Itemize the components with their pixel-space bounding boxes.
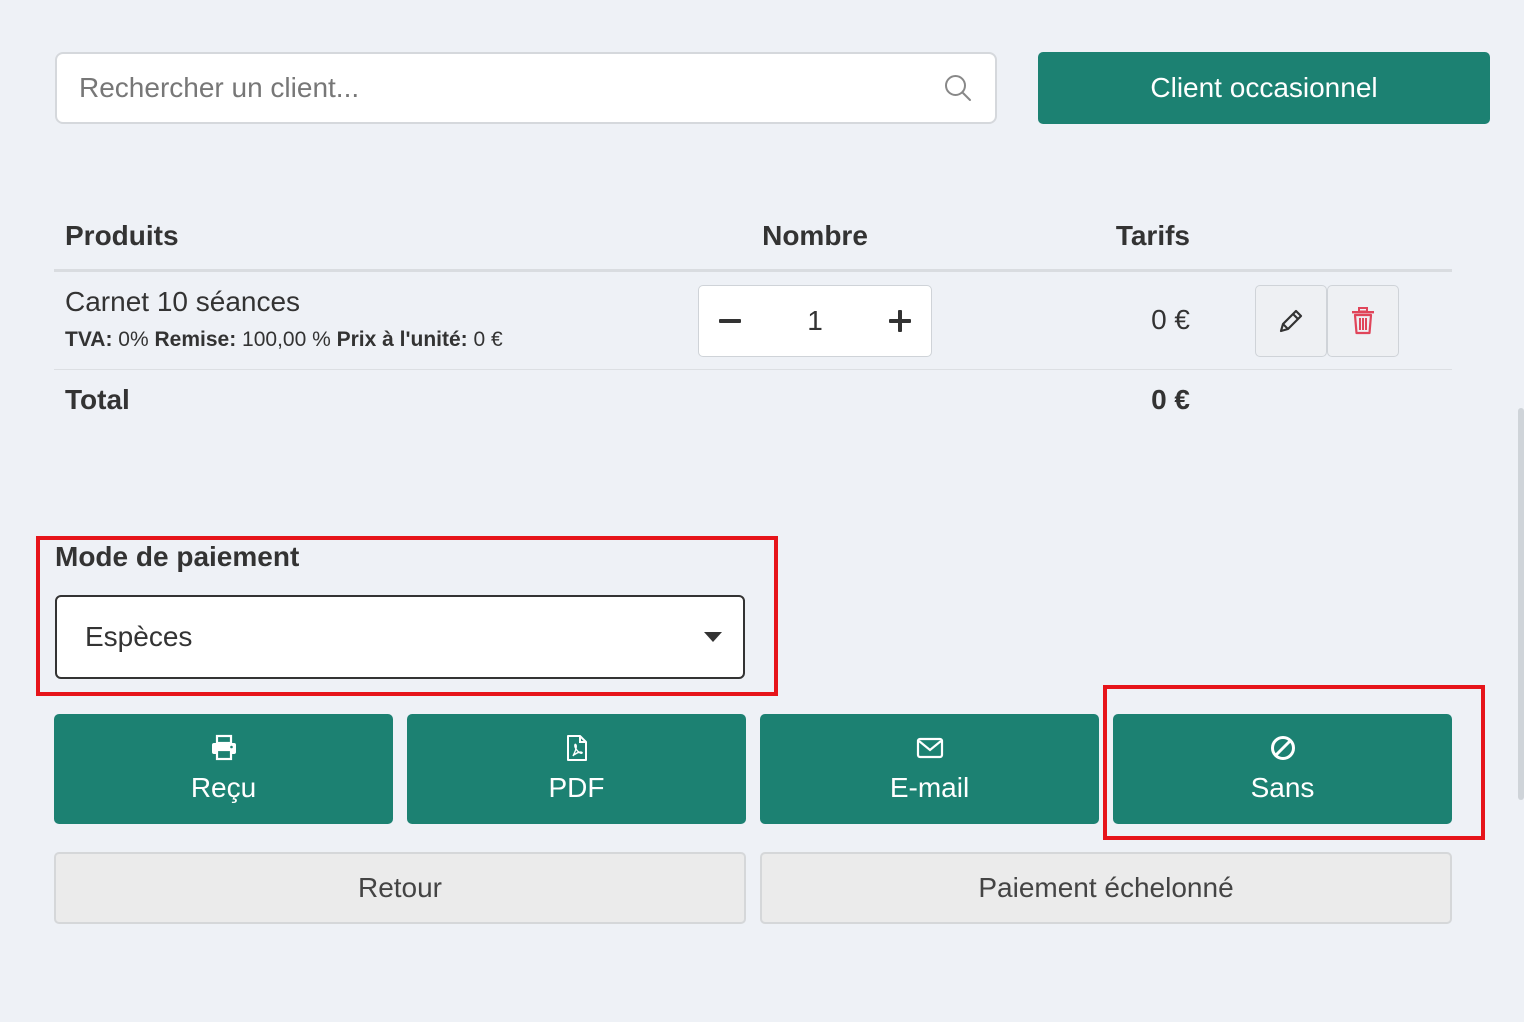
client-search[interactable] xyxy=(55,52,997,124)
unit-price-label: Prix à l'unité: xyxy=(336,328,468,351)
printer-icon xyxy=(211,734,236,761)
checkout-page: Client occasionnel Produits Nombre Tarif… xyxy=(0,0,1524,1022)
column-header-quantity: Nombre xyxy=(762,220,868,251)
total-value: 0 € xyxy=(1151,384,1190,415)
tva-label: TVA: xyxy=(65,328,113,351)
column-header-products: Produits xyxy=(65,220,179,251)
edit-product-button[interactable] xyxy=(1255,285,1327,357)
occasional-client-button[interactable]: Client occasionnel xyxy=(1038,52,1490,124)
total-label: Total xyxy=(65,384,130,415)
minus-icon[interactable] xyxy=(717,308,743,334)
scrollbar-thumb[interactable] xyxy=(1518,600,1524,800)
payment-method-select[interactable]: Espèces xyxy=(55,595,745,679)
trash-icon xyxy=(1352,307,1374,335)
column-header-prices: Tarifs xyxy=(1115,220,1190,251)
receipt-button-label: Reçu xyxy=(190,772,257,803)
ban-icon xyxy=(1270,736,1295,760)
email-button-label: E-mail xyxy=(889,772,970,803)
envelope-icon xyxy=(916,737,943,759)
email-button[interactable]: E-mail xyxy=(760,714,1099,824)
product-name: Carnet 10 séances xyxy=(65,286,301,317)
receipt-button[interactable]: Reçu xyxy=(54,714,393,824)
discount-value: 100,00 % xyxy=(242,328,331,351)
client-search-input[interactable] xyxy=(79,72,943,104)
discount-label: Remise: xyxy=(154,328,237,351)
table-header-divider xyxy=(54,269,1452,272)
payment-method-label: Mode de paiement xyxy=(55,541,300,572)
search-icon[interactable] xyxy=(943,73,973,103)
quantity-stepper: 1 xyxy=(698,285,932,357)
quantity-value[interactable]: 1 xyxy=(807,305,823,337)
no-receipt-button-label: Sans xyxy=(1250,772,1315,803)
installment-payment-button[interactable]: Paiement échelonné xyxy=(760,852,1452,924)
file-pdf-icon xyxy=(566,735,587,761)
product-price: 0 € xyxy=(1151,304,1190,335)
delete-product-button[interactable] xyxy=(1327,285,1399,357)
scrollbar-track[interactable] xyxy=(1518,408,1524,618)
row-divider xyxy=(54,369,1452,370)
plus-icon[interactable] xyxy=(887,308,913,334)
tva-value: 0% xyxy=(118,328,149,351)
no-receipt-button[interactable]: Sans xyxy=(1113,714,1452,824)
payment-method-value: Espèces xyxy=(85,621,193,652)
caret-down-icon xyxy=(704,632,722,642)
back-button[interactable]: Retour xyxy=(54,852,746,924)
product-details: TVA: 0% Remise: 100,00 % Prix à l'unité:… xyxy=(65,328,503,352)
pencil-icon xyxy=(1279,309,1303,333)
pdf-button[interactable]: PDF xyxy=(407,714,746,824)
unit-price-value: 0 € xyxy=(473,328,503,351)
pdf-button-label: PDF xyxy=(548,772,605,803)
